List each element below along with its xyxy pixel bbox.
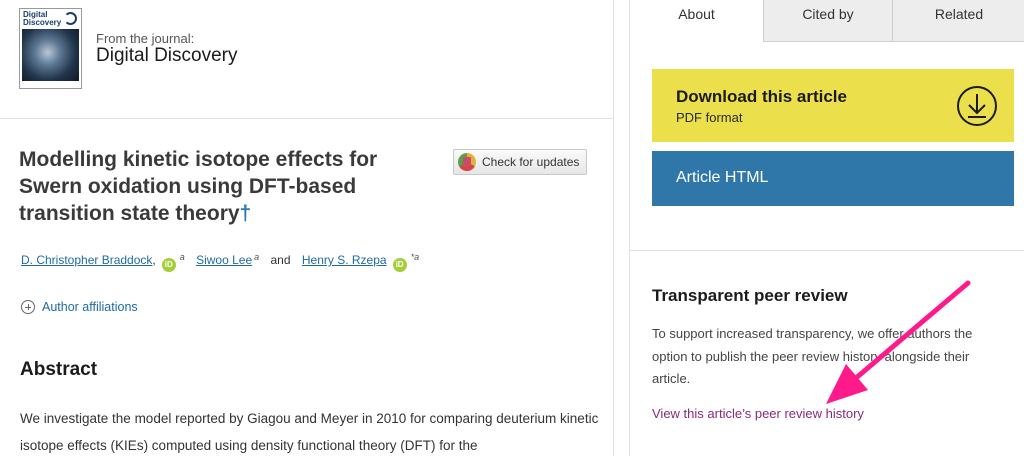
journal-logo-icon xyxy=(64,12,77,25)
journal-header: Digital Discovery From the journal: Digi… xyxy=(0,0,614,119)
sidebar-divider xyxy=(630,250,1024,251)
cover-title: Digital Discovery xyxy=(23,10,62,27)
orcid-icon[interactable]: iD xyxy=(161,258,176,272)
tab-cited-by[interactable]: Cited by xyxy=(763,0,892,42)
sidebar-tabs: About Cited by Related xyxy=(630,0,1024,42)
author-affiliation-mark: a xyxy=(179,252,185,262)
author-affiliation-mark: a xyxy=(254,252,260,262)
article-main: Digital Discovery From the journal: Digi… xyxy=(0,0,614,456)
peer-review-history-link[interactable]: View this article’s peer review history xyxy=(652,406,864,421)
author-link[interactable]: D. Christopher Braddock xyxy=(21,253,152,267)
check-for-updates-label: Check for updates xyxy=(482,155,580,169)
author-link[interactable]: Henry S. Rzepa xyxy=(302,253,387,267)
author-separator: , xyxy=(152,253,156,267)
tab-related[interactable]: Related xyxy=(892,0,1024,42)
author-affiliations-toggle[interactable]: Author affiliations xyxy=(21,300,138,314)
crossmark-icon xyxy=(458,153,476,171)
article-sidebar: About Cited by Related Download this art… xyxy=(629,0,1024,456)
download-title: Download this article xyxy=(676,87,847,106)
abstract-heading: Abstract xyxy=(20,359,98,380)
cover-artwork xyxy=(22,29,79,81)
download-circle-icon xyxy=(957,86,997,126)
download-format: PDF format xyxy=(676,110,743,125)
orcid-icon[interactable]: iD xyxy=(392,258,407,272)
author-affiliation-mark: *a xyxy=(410,252,420,262)
article-title: Modelling kinetic isotope effects for Sw… xyxy=(19,146,439,227)
from-journal-label: From the journal: xyxy=(96,31,195,46)
authors-conjunction: and xyxy=(270,253,291,267)
check-for-updates-button[interactable]: Check for updates xyxy=(453,149,587,175)
download-article-button[interactable]: Download this article PDF format xyxy=(652,69,1014,142)
peer-review-heading: Transparent peer review xyxy=(652,286,848,305)
tab-about[interactable]: About xyxy=(630,0,763,42)
peer-review-description: To support increased transparency, we of… xyxy=(652,326,973,386)
journal-name[interactable]: Digital Discovery xyxy=(96,45,237,67)
article-title-text: Modelling kinetic isotope effects for Sw… xyxy=(19,148,378,225)
author-affiliations-label: Author affiliations xyxy=(42,300,138,314)
author-link[interactable]: Siwoo Lee xyxy=(196,253,252,267)
footnote-dagger-link[interactable]: † xyxy=(240,202,252,225)
author-list: D. Christopher Braddock, iDa Siwoo Lee a a… xyxy=(21,252,419,272)
article-html-button[interactable]: Article HTML xyxy=(652,151,1014,206)
article-html-label: Article HTML xyxy=(676,169,769,186)
journal-cover[interactable]: Digital Discovery xyxy=(19,8,82,89)
plus-circle-icon xyxy=(21,300,35,314)
abstract-text: We investigate the model reported by Gia… xyxy=(20,411,599,453)
